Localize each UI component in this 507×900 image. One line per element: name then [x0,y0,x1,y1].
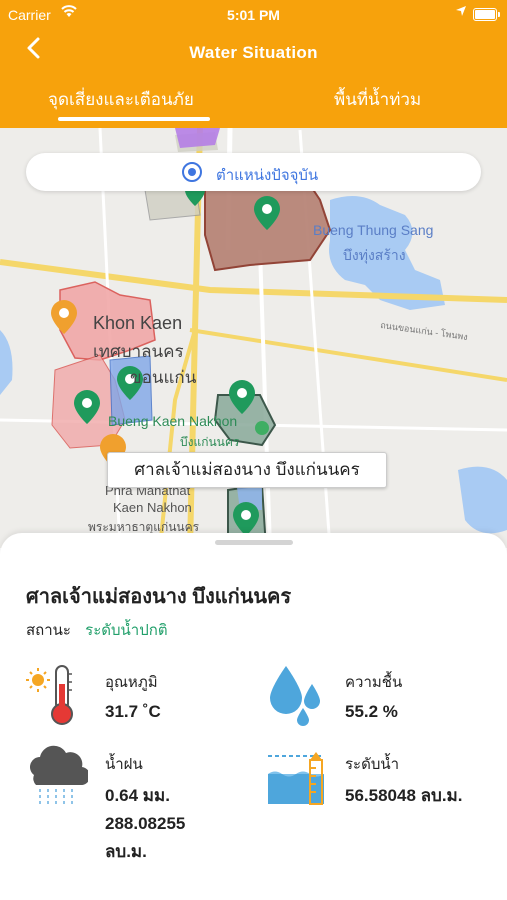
clock: 5:01 PM [227,7,280,23]
crosshair-icon [182,162,202,182]
page-title: Water Situation [189,43,318,62]
park-icon [255,421,269,435]
water-level-value: 56.58048 ลบ.ม. [345,786,463,805]
map-label: Kaen Nakhon [113,500,192,515]
map-label: เทศบาลนคร [93,342,184,361]
temperature-label: อุณหภูมิ [105,674,158,691]
status-row: สถานะ ระดับน้ำปกติ [26,618,168,642]
rain-value-line-2: 288.08255 [105,814,186,833]
thermometer-sun-icon [26,664,78,731]
water-level-label: ระดับน้ำ [345,756,400,773]
map-label: บึงทุ่งสร้าง [343,247,406,263]
water-drops-icon [268,664,328,733]
app-header: Carrier 5:01 PM Water Situation จุดเสี่ย… [0,0,507,128]
status-bar: Carrier 5:01 PM [0,0,507,30]
map-label: Bueng Kaen Nakhon [108,413,238,429]
water-level-icon [266,752,328,811]
status-value: ระดับน้ำปกติ [85,622,168,639]
status-label: สถานะ [26,622,71,639]
humidity-value: 55.2 % [345,702,398,721]
temperature-value: 31.7 ˚C [105,702,161,721]
current-location-label: ตำแหน่งปัจจุบัน [216,167,319,184]
rain-label: น้ำฝน [105,756,143,773]
location-arrow-icon [455,5,467,20]
battery-icon [473,8,500,21]
rain-cloud-icon [24,745,91,814]
place-name: ศาลเจ้าแม่สองนาง บึงแก่นนคร [26,586,292,608]
rain-value-line-3: ลบ.ม. [105,842,147,861]
rain-value-line-1: 0.64 มม. [105,786,170,805]
map-callout[interactable]: ศาลเจ้าแม่สองนาง บึงแก่นนคร [107,452,387,488]
sheet-grabber[interactable] [215,540,293,545]
map-label: Khon Kaen [93,313,183,333]
tab-flood-area[interactable]: พื้นที่น้ำท่วม [334,86,421,113]
map-label: ขอนแก่น [130,368,197,387]
tab-risk-warning[interactable]: จุดเสี่ยงและเตือนภัย [48,86,194,113]
map-label: บึงแก่นนคร [180,435,240,449]
map-label: Bueng Thung Sang [313,222,434,238]
active-tab-indicator [58,117,210,121]
current-location-button[interactable]: ตำแหน่งปัจจุบัน [26,153,481,191]
humidity-label: ความชื้น [345,674,403,691]
